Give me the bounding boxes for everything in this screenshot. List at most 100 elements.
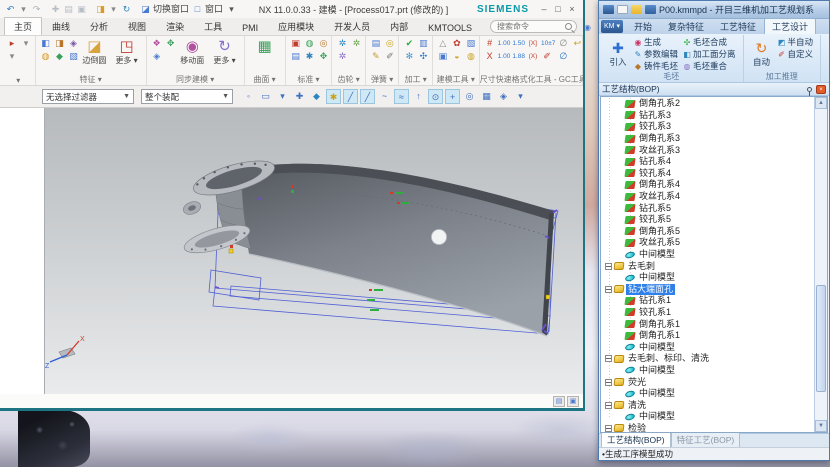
ribbon-icon-9-10[interactable]: ∅ xyxy=(556,37,570,50)
km-tab-3[interactable]: 工艺设计 xyxy=(764,18,816,34)
ribbon-icon-5-2[interactable]: ✲ xyxy=(349,37,363,50)
ribbon-icon-6-0[interactable]: ▤ xyxy=(369,37,383,50)
ribbon-icon-9-5[interactable]: 1.88 xyxy=(511,50,526,63)
ribbon-icon-2-0[interactable]: ❖ xyxy=(150,37,164,50)
ribbon-icon-1-2[interactable]: ◨ xyxy=(53,37,67,50)
ribbon-icon-4-1[interactable]: ▤ xyxy=(289,50,303,63)
ribbon-icon-6-1[interactable]: ✎ xyxy=(369,50,383,63)
snap-icon-10[interactable]: ↑ xyxy=(411,89,426,104)
snap-icon-3[interactable]: ✚ xyxy=(292,89,307,104)
ribbon-icon-0-0[interactable]: ▸ xyxy=(5,37,19,50)
ribbon-button-1-7[interactable]: ◳更多 ▾ xyxy=(110,37,142,66)
ribbon-icon-8-1[interactable]: ▣ xyxy=(436,50,450,63)
snap-icon-11[interactable]: ⊙ xyxy=(428,89,443,104)
nx-tab-8[interactable]: 开发人员 xyxy=(324,17,380,35)
tree-expander-icon[interactable] xyxy=(605,355,612,362)
infer-button-1[interactable]: ✐自定义 xyxy=(777,48,814,60)
ribbon-button-2-3[interactable]: ◉移动面 xyxy=(176,37,208,66)
tree-expander-icon[interactable] xyxy=(605,402,612,409)
km-tab-2[interactable]: 工艺特征 xyxy=(712,18,764,34)
tree-expander-icon[interactable] xyxy=(605,379,612,386)
graphics-viewport[interactable]: X Z xyxy=(44,108,583,394)
tree-item-14[interactable]: 去毛刺 xyxy=(601,260,814,272)
infer-button-0[interactable]: ◩半自动 xyxy=(777,36,814,48)
ribbon-icon-8-4[interactable]: ▧ xyxy=(464,37,478,50)
tree-item-17[interactable]: 钻孔系1 xyxy=(601,295,814,307)
switch-window-button-label[interactable]: 切换窗口 xyxy=(153,4,189,14)
tree-item-20[interactable]: 倒角孔系1 xyxy=(601,330,814,342)
ribbon-icon-9-9[interactable]: ✐ xyxy=(540,50,554,63)
new-file-icon[interactable] xyxy=(617,5,628,14)
ribbon-icon-1-1[interactable]: ◍ xyxy=(39,50,53,63)
tree-item-10[interactable]: 铰孔系5 xyxy=(601,214,814,226)
tree-item-11[interactable]: 倒角孔系5 xyxy=(601,226,814,238)
snap-icon-16[interactable]: ▾ xyxy=(513,89,528,104)
blank-button-1[interactable]: ✎参数编辑 xyxy=(633,48,678,60)
tree-expander-icon[interactable] xyxy=(605,286,612,293)
snap-icon-13[interactable]: ◎ xyxy=(462,89,477,104)
import-button[interactable]: ✚ 引入 xyxy=(603,36,633,72)
casing-segment-model[interactable] xyxy=(181,154,554,336)
search-input[interactable] xyxy=(495,21,565,32)
ribbon-icon-7-1[interactable]: ✻ xyxy=(402,50,416,63)
tree-item-13[interactable]: 中间模型 xyxy=(601,249,814,261)
tree-item-0[interactable]: 倒角孔系2 xyxy=(601,98,814,110)
blank-button-0[interactable]: ◉生成 xyxy=(633,36,678,48)
tree-item-22[interactable]: 去毛刺、标印、清洗 xyxy=(601,353,814,365)
tree-item-18[interactable]: 铰孔系1 xyxy=(601,307,814,319)
ribbon-icon-4-4[interactable]: ◎ xyxy=(317,37,331,50)
undo-icon[interactable]: ↶ xyxy=(4,3,17,16)
tree-item-24[interactable]: 荧光 xyxy=(601,376,814,388)
tree-item-16[interactable]: 钻大端面孔 xyxy=(601,284,814,296)
ribbon-icon-9-8[interactable]: 10±7 xyxy=(540,37,556,50)
tree-item-25[interactable]: 中间模型 xyxy=(601,388,814,400)
save-icon[interactable] xyxy=(645,5,656,14)
blank-button-4[interactable]: ◧加工面分离 xyxy=(682,48,736,60)
copy-icon[interactable]: ▤ xyxy=(62,3,75,16)
tree-item-6[interactable]: 铰孔系4 xyxy=(601,168,814,180)
snap-icon-4[interactable]: ◆ xyxy=(309,89,324,104)
tree-item-19[interactable]: 倒角孔系1 xyxy=(601,318,814,330)
nx-tab-10[interactable]: KMTOOLS xyxy=(418,20,482,35)
nx-tab-0[interactable]: 主页 xyxy=(4,17,42,35)
tree-item-2[interactable]: 铰孔系3 xyxy=(601,121,814,133)
km-app-menu-button[interactable]: KM ▾ xyxy=(601,20,623,33)
selection-filter-dropdown[interactable]: 无选择过滤器▼ xyxy=(42,89,134,104)
tree-expander-icon[interactable] xyxy=(605,263,612,270)
paste-icon[interactable]: ✚ xyxy=(49,3,62,16)
tree-item-8[interactable]: 攻丝孔系4 xyxy=(601,191,814,203)
tree-item-12[interactable]: 攻丝孔系5 xyxy=(601,237,814,249)
ribbon-icon-7-3[interactable]: ✣ xyxy=(416,50,430,63)
ribbon-icon-4-2[interactable]: ◍ xyxy=(303,37,317,50)
ribbon-button-3-0[interactable]: ▦ xyxy=(248,37,282,55)
view-tool-icon-2[interactable]: ▣ xyxy=(567,396,579,407)
snap-icon-7[interactable]: ╱ xyxy=(360,89,375,104)
tree-item-7[interactable]: 倒角孔系4 xyxy=(601,179,814,191)
ribbon-icon-9-6[interactable]: [X] xyxy=(526,37,540,50)
tree-item-15[interactable]: 中间模型 xyxy=(601,272,814,284)
ribbon-icon-8-0[interactable]: △ xyxy=(436,37,450,50)
ribbon-icon-9-7[interactable]: (X) xyxy=(526,50,540,63)
ribbon-icon-7-2[interactable]: ▥ xyxy=(416,37,430,50)
nx-tab-4[interactable]: 渲染 xyxy=(156,17,194,35)
ribbon-icon-1-3[interactable]: ◆ xyxy=(53,50,67,63)
selection-scope-dropdown[interactable]: 整个装配▼ xyxy=(141,89,233,104)
nx-minimize-button[interactable]: – xyxy=(537,2,551,16)
snap-icon-14[interactable]: ▦ xyxy=(479,89,494,104)
nx-close-button[interactable]: × xyxy=(565,2,579,16)
ribbon-icon-7-0[interactable]: ✔ xyxy=(402,37,416,50)
open-icon[interactable]: ◨ xyxy=(94,3,107,16)
scroll-up-icon[interactable]: ▲ xyxy=(815,97,827,109)
tree-item-26[interactable]: 清洗 xyxy=(601,399,814,411)
nx-restore-button[interactable]: □ xyxy=(551,2,565,16)
tree-expander-icon[interactable] xyxy=(605,425,612,432)
tree-item-27[interactable]: 中间模型 xyxy=(601,411,814,423)
nx-tab-5[interactable]: 工具 xyxy=(194,17,232,35)
undo-caret-icon[interactable]: ▾ xyxy=(17,3,30,16)
ribbon-button-2-4[interactable]: ↻更多 ▾ xyxy=(208,37,240,66)
ribbon-icon-1-0[interactable]: ◧ xyxy=(39,37,53,50)
nx-tab-2[interactable]: 分析 xyxy=(80,17,118,35)
tabrow-icon-0[interactable]: ◉ xyxy=(581,21,594,34)
switch-window-button[interactable]: ◪ xyxy=(139,3,152,16)
snap-icon-1[interactable]: ▭ xyxy=(258,89,273,104)
